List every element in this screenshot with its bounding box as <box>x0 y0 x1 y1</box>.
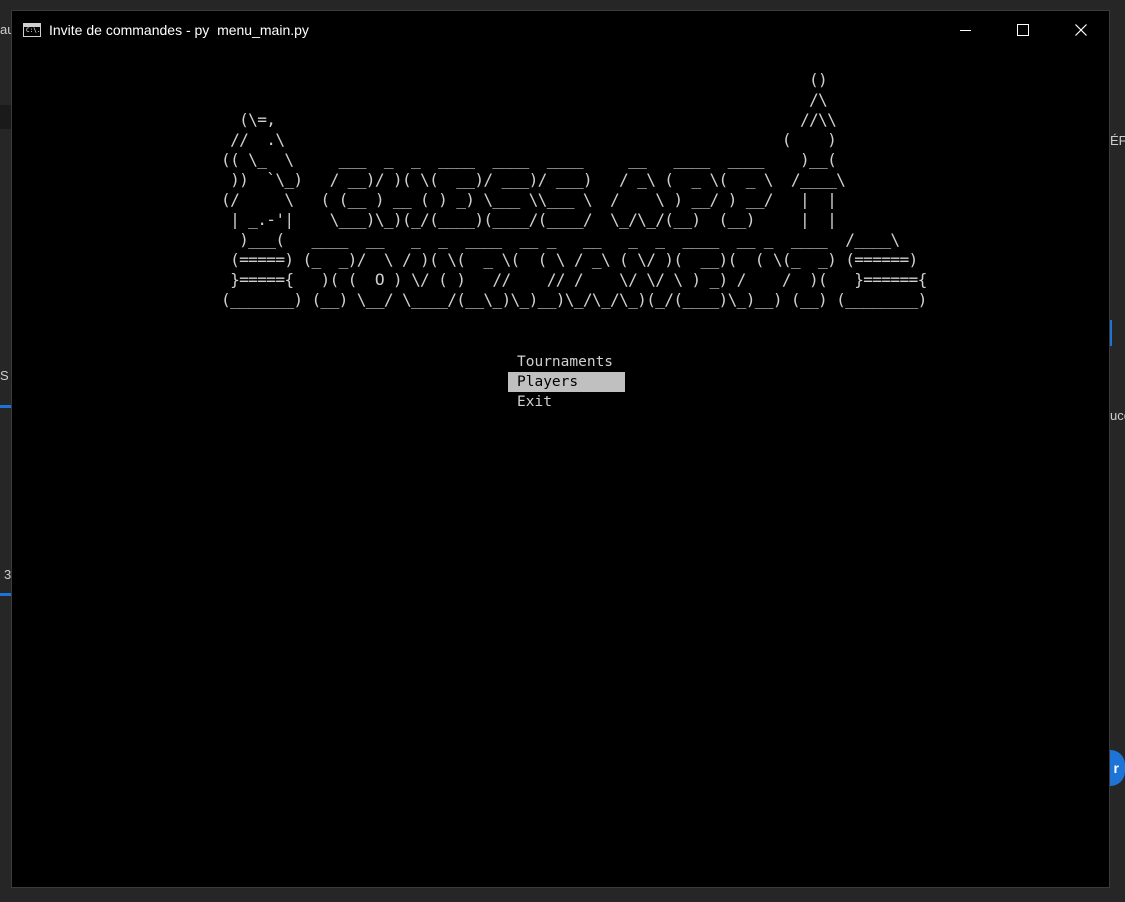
menu-item-players[interactable]: Players <box>508 372 625 392</box>
cmd-icon-text: C:\. <box>26 27 41 34</box>
minimize-button[interactable] <box>936 11 994 49</box>
background-accent <box>0 593 11 596</box>
background-accent <box>0 405 11 408</box>
background-text-fragment: ÉF <box>1110 133 1125 148</box>
background-text-fragment: uce <box>1110 408 1125 423</box>
close-button[interactable] <box>1052 11 1110 49</box>
console-output: () /\ (\=, //\\ // .\ () ((\_ \ ___ _ … <box>12 49 1109 887</box>
maximize-icon <box>1017 24 1029 36</box>
maximize-button[interactable] <box>994 11 1052 49</box>
background-panel <box>0 105 11 129</box>
close-icon <box>1075 24 1087 36</box>
background-accent <box>1110 320 1112 346</box>
menu-item-exit[interactable]: Exit <box>508 392 625 412</box>
console-window: C:\. Invite de commandes - py menu_main.… <box>11 10 1110 888</box>
minimize-icon <box>959 29 971 31</box>
main-menu: Tournaments Players Exit <box>508 352 625 412</box>
menu-item-tournaments[interactable]: Tournaments <box>508 352 625 372</box>
cmd-icon: C:\. <box>23 23 41 37</box>
ascii-banner: () /\ (\=, //\\ // .\ () ((\_ \ ___ _ … <box>221 70 927 309</box>
window-title: Invite de commandes - py menu_main.py <box>49 22 309 38</box>
title-bar[interactable]: C:\. Invite de commandes - py menu_main.… <box>12 11 1109 49</box>
